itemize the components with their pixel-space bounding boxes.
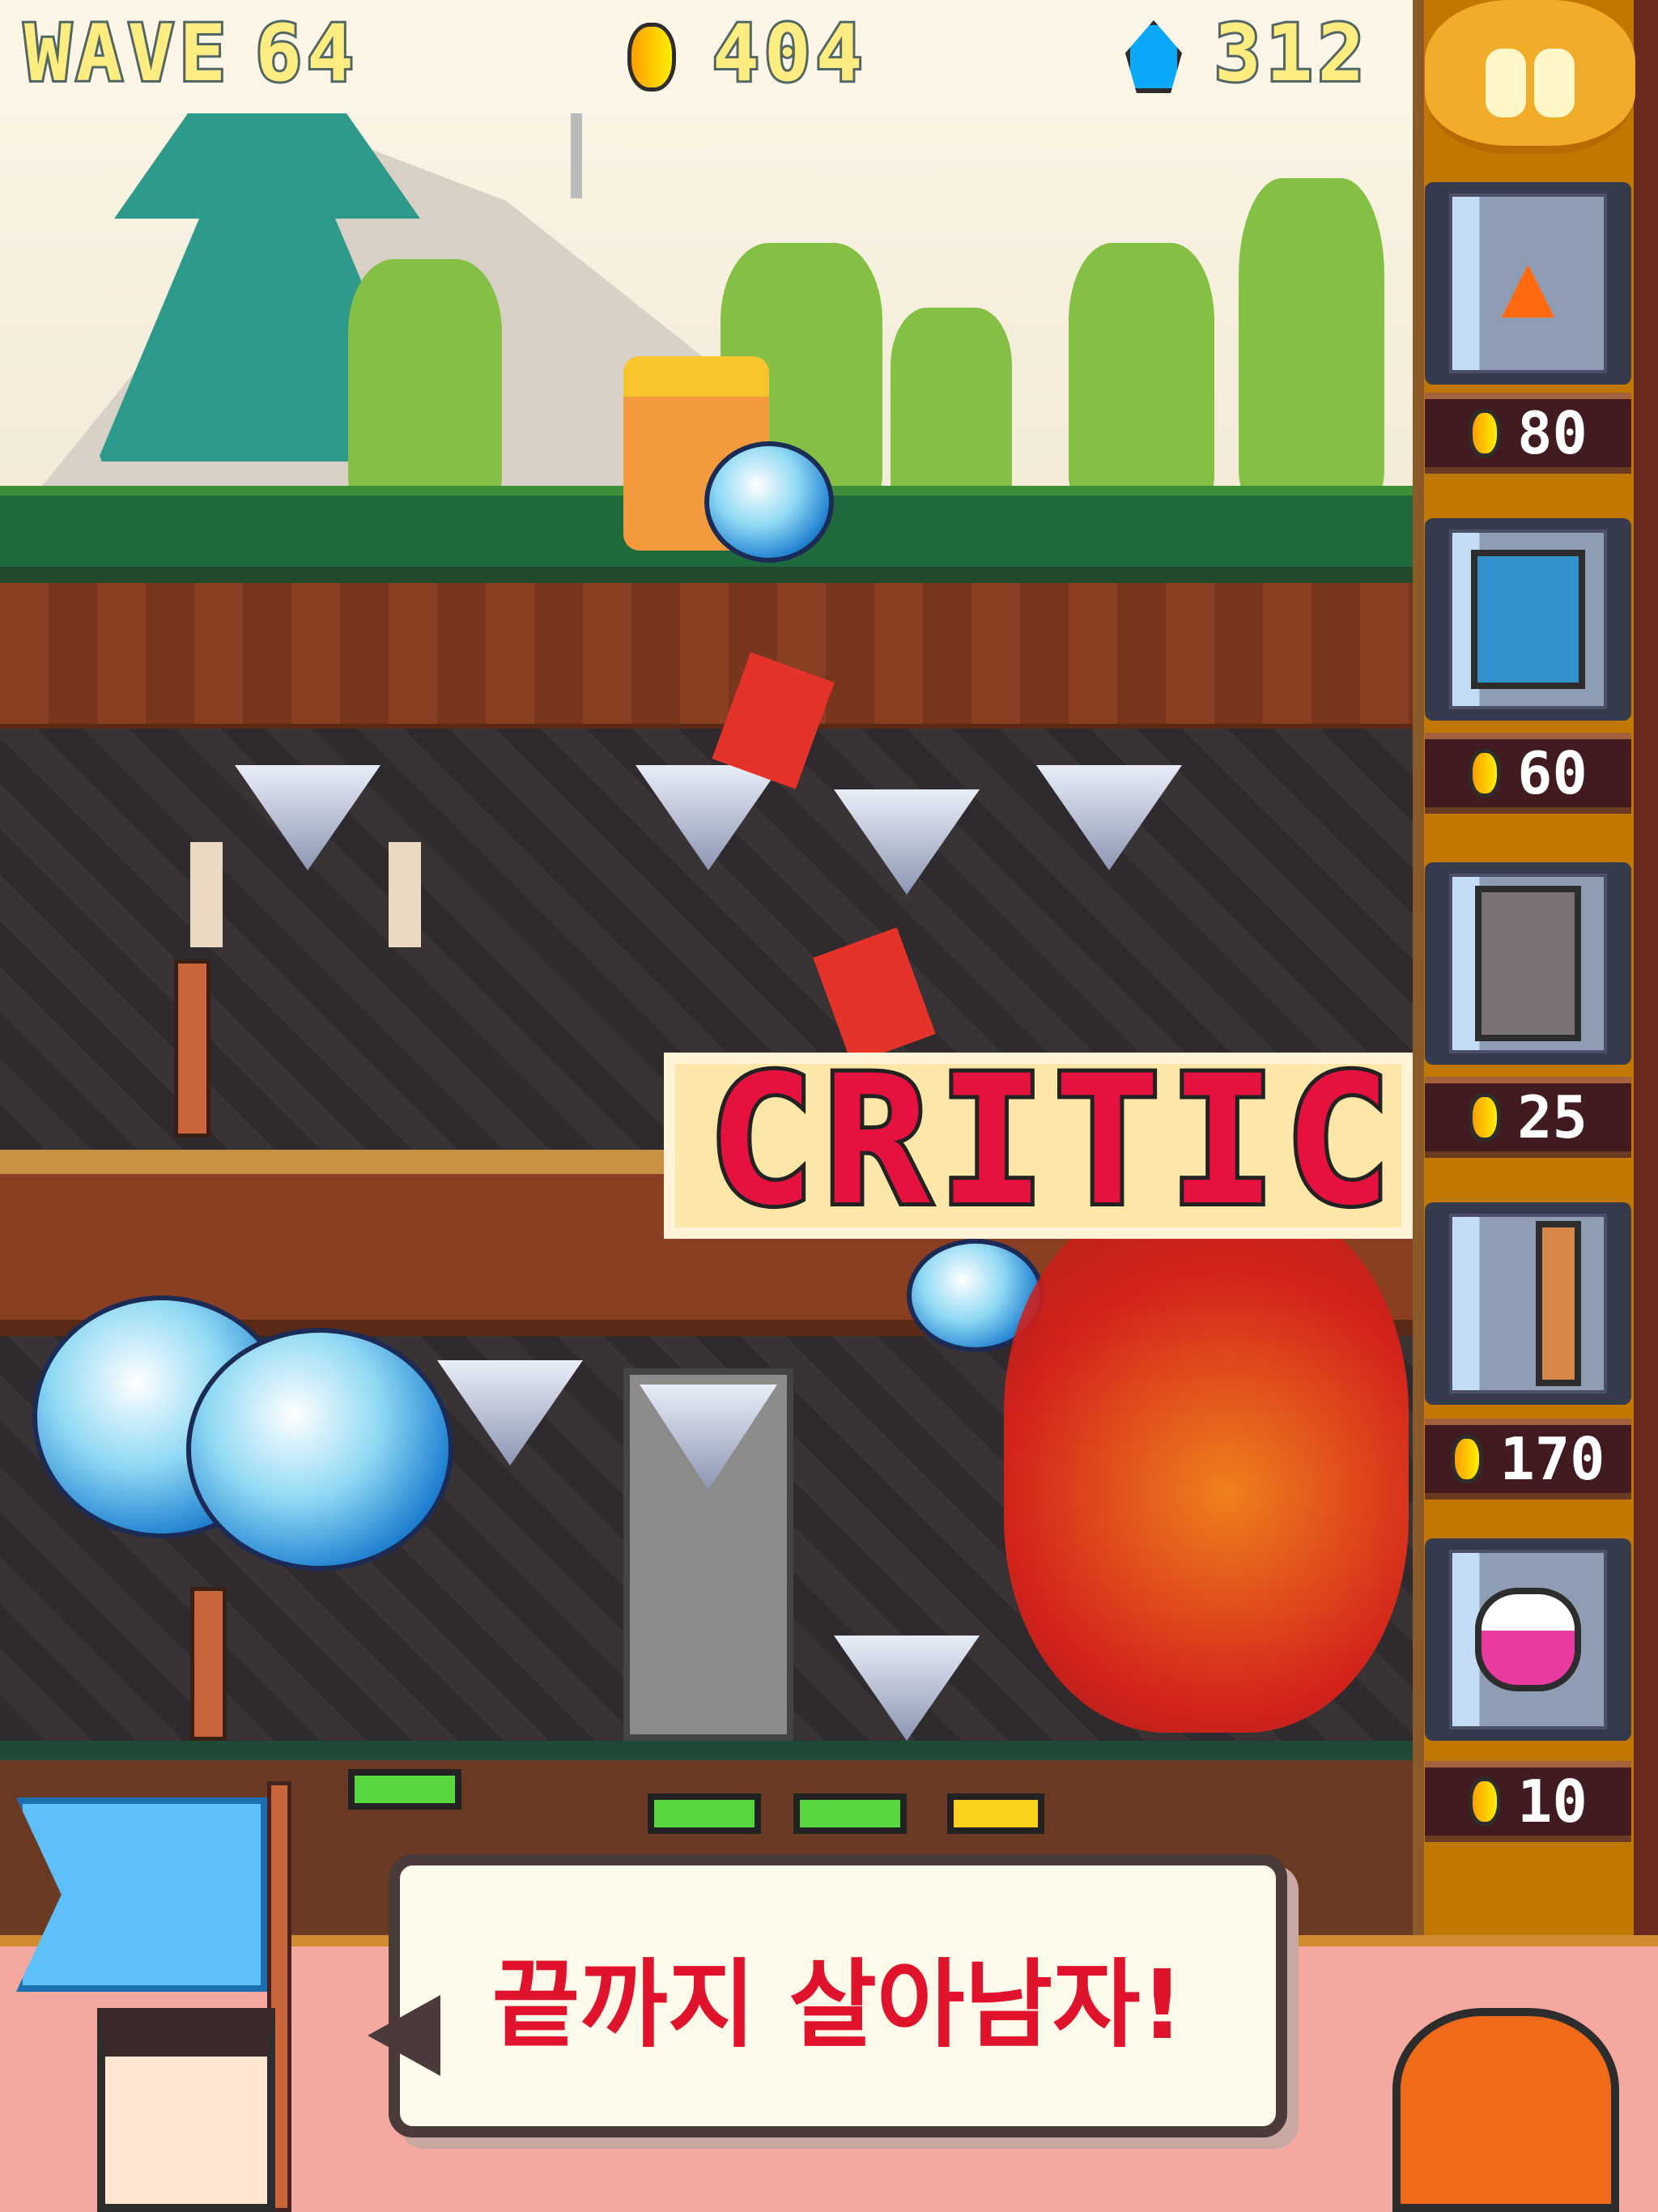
ice-icon: [1471, 550, 1585, 689]
pause-icon: [1534, 49, 1575, 117]
crystal-ball-icon: [704, 441, 834, 563]
price-value: 60: [1517, 739, 1588, 807]
tree: [348, 259, 502, 502]
wave-number: 64: [253, 8, 359, 99]
wave-label: WAVE: [22, 8, 232, 99]
coin-icon: [1469, 1777, 1502, 1826]
shop-item-ice[interactable]: [1425, 518, 1631, 721]
price-value: 25: [1517, 1083, 1588, 1151]
arrow-trap-post[interactable]: [190, 1587, 227, 1741]
shop-item-campfire[interactable]: ▲: [1425, 182, 1631, 385]
health-bar: [648, 1793, 761, 1834]
arrow-trap-icon: [1535, 1221, 1581, 1386]
potion-icon: [1475, 1587, 1581, 1692]
gold-count: 404: [710, 8, 868, 99]
price-value: 10: [1517, 1767, 1588, 1836]
fire-monster-enemy[interactable]: [1004, 1198, 1409, 1733]
fire-icon: ▲: [1501, 232, 1555, 335]
coin-icon: [1451, 1435, 1484, 1483]
tree: [891, 308, 1012, 502]
speech-bubble: 끝까지 살아남자!: [368, 1854, 1287, 2138]
girl-character: [97, 2008, 275, 2212]
gem-count: 312: [1212, 8, 1370, 99]
shop-item-potion[interactable]: [1425, 1538, 1631, 1741]
shop-item-arrow-trap[interactable]: [1425, 1202, 1631, 1405]
coin-icon: [1469, 1093, 1502, 1142]
dirt-layer: [0, 567, 1413, 737]
coin-icon: [1469, 749, 1502, 798]
wave-display: WAVE 64: [22, 8, 359, 99]
price-tag: 170: [1425, 1419, 1631, 1499]
coin-icon: [627, 23, 676, 91]
price-value: 170: [1499, 1425, 1605, 1493]
price-tag: 25: [1425, 1077, 1631, 1158]
shop-item-stone[interactable]: [1425, 862, 1631, 1065]
stone-icon: [1475, 885, 1581, 1042]
price-tag: 10: [1425, 1761, 1631, 1842]
castle-flagpole: [571, 109, 582, 198]
pause-button[interactable]: [1425, 0, 1635, 154]
tree: [1239, 178, 1384, 502]
price-tag: 60: [1425, 733, 1631, 814]
ice-crystal-cluster[interactable]: [186, 1328, 453, 1571]
candle: [190, 842, 223, 947]
banner-message: 끝까지 살아남자!: [491, 1948, 1184, 2061]
health-bar: [947, 1793, 1044, 1834]
fire-monster-character: [1392, 2008, 1619, 2212]
price-value: 80: [1517, 399, 1588, 467]
candle: [389, 842, 421, 947]
coin-icon: [1469, 409, 1502, 457]
health-bar: [348, 1769, 461, 1810]
price-tag: 80: [1425, 393, 1631, 474]
arrow-trap-post[interactable]: [174, 959, 210, 1138]
pause-icon: [1486, 49, 1526, 117]
health-bar: [793, 1793, 907, 1834]
critical-hit-text: CRITIC: [664, 1053, 1413, 1239]
tree: [1069, 243, 1214, 502]
